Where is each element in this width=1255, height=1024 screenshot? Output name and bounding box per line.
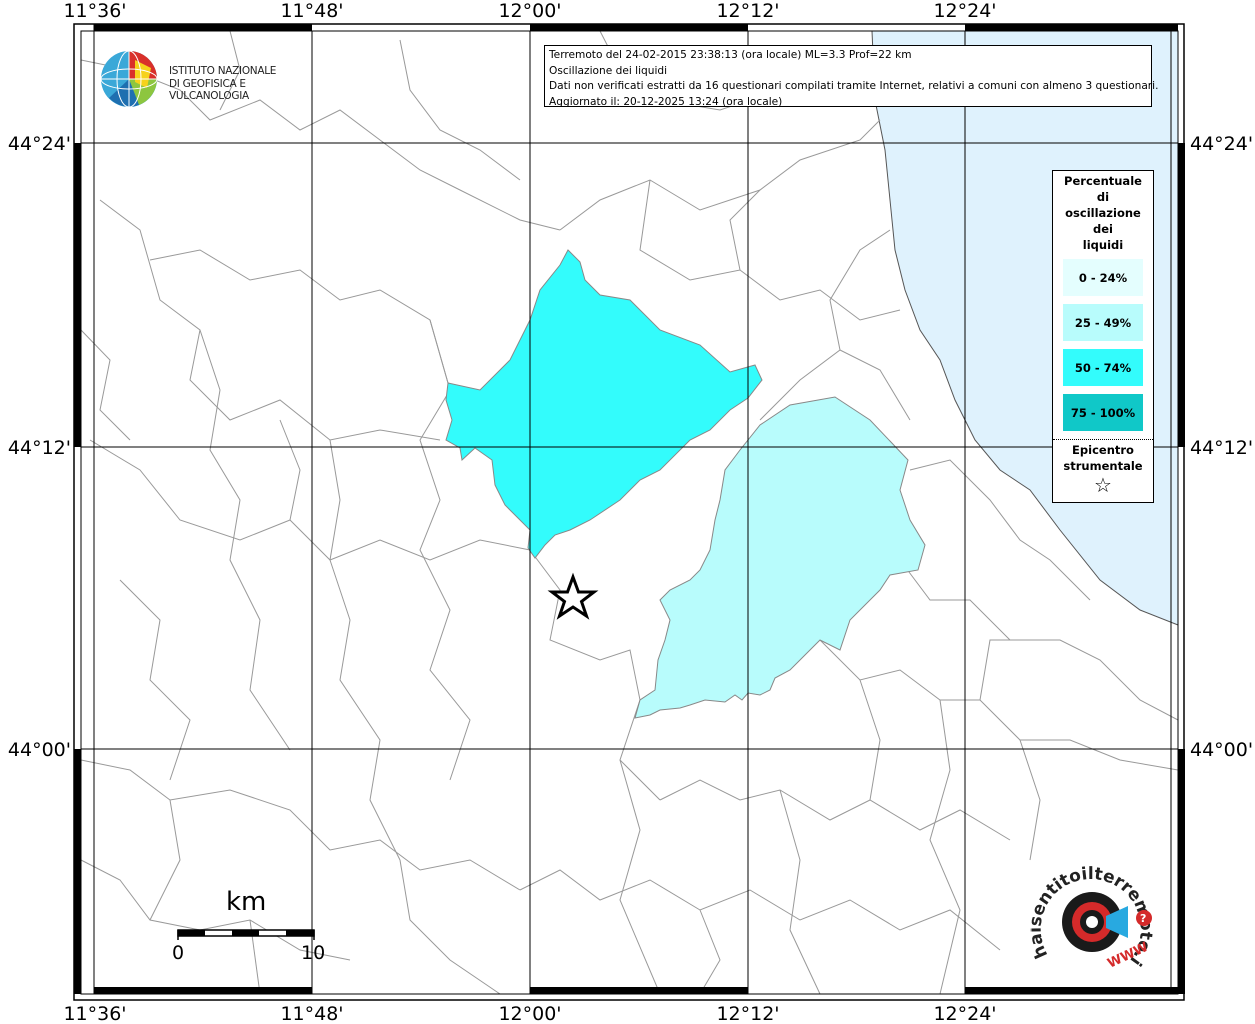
tick-label: 11°48' [280,0,343,22]
legend-class-50-74: 50 - 74% [1063,349,1143,386]
legend-epicenter-line: strumentale [1063,459,1143,473]
updated-timestamp: Aggiornato il: 20-12-2025 13:24 (ora loc… [549,95,783,108]
event-info-box: Terremoto del 24-02-2015 23:38:13 (ora l… [544,45,1159,108]
legend-class-25-49: 25 - 49% [1063,304,1143,341]
legend-class-75-100: 75 - 100% [1063,394,1143,431]
badge-www: WWW [1105,940,1150,972]
seismograph-badge-icon: haisentitoilterremoto.it ? WWW [1026,845,1156,972]
tick-label: 12°24' [933,1003,996,1024]
logo-line-2: DI GEOFISICA E VULCANOLOGIA [169,77,249,103]
left-tick-labels: 44°24' 44°12' 44°00' [8,133,71,761]
right-tick-labels: 44°24' 44°12' 44°00' [1190,133,1253,761]
tick-label: 12°00' [498,0,561,22]
logo-line-1: ISTITUTO NAZIONALE [169,65,277,77]
legend-epicenter-line: Epicentro [1072,443,1134,457]
tick-label: 12°00' [498,1003,561,1024]
tick-label: 44°24' [1190,133,1253,155]
legend-class-0-24: 0 - 24% [1063,259,1143,296]
scale-bar: km 0 10 [170,887,330,967]
tick-label: 44°00' [8,739,71,761]
event-title: Terremoto del 24-02-2015 23:38:13 (ora l… [549,49,912,61]
tick-label: 12°12' [716,1003,779,1024]
star-icon: ☆ [1094,473,1112,497]
tick-label: 44°12' [8,437,71,459]
legend-title-line: Percentuale [1064,174,1142,188]
tick-label: 11°36' [63,0,126,22]
legend-title-line: liquidi [1082,238,1124,252]
tick-label: 11°48' [280,1003,343,1024]
legend-title-line: oscillazione [1065,206,1141,220]
legend: Percentuale di oscillazione dei liquidi … [1052,170,1154,503]
tick-label: 44°24' [8,133,71,155]
svg-text:?: ? [1140,912,1146,925]
ingv-logo: ISTITUTO NAZIONALE DI GEOFISICA E VULCAN… [99,48,319,110]
legend-title-line: di [1096,190,1110,204]
scale-min: 0 [172,942,185,964]
map-subject: Oscillazione dei liquidi [549,64,668,77]
legend-title-line: dei [1093,222,1113,236]
data-note: Dati non verificati estratti da 16 quest… [549,80,1159,92]
legend-epicenter-label: Epicentro strumentale [1053,440,1153,474]
scale-ruler [177,929,315,940]
hai-sentito-logo: haisentitoilterremoto.it ? WWW [1026,845,1175,980]
bottom-tick-labels: 11°36' 11°48' 12°00' 12°12' 12°24' [63,1003,996,1024]
scale-unit: km [226,887,267,917]
top-tick-labels: 11°36' 11°48' 12°00' 12°12' 12°24' [63,0,996,22]
legend-title: Percentuale di oscillazione dei liquidi [1063,171,1143,253]
tick-label: 11°36' [63,1003,126,1024]
tick-label: 12°24' [933,0,996,22]
tick-label: 12°12' [716,0,779,22]
globe-icon [100,50,158,108]
tick-label: 44°12' [1190,437,1253,459]
scale-max: 10 [301,942,326,964]
tick-label: 44°00' [1190,739,1253,761]
